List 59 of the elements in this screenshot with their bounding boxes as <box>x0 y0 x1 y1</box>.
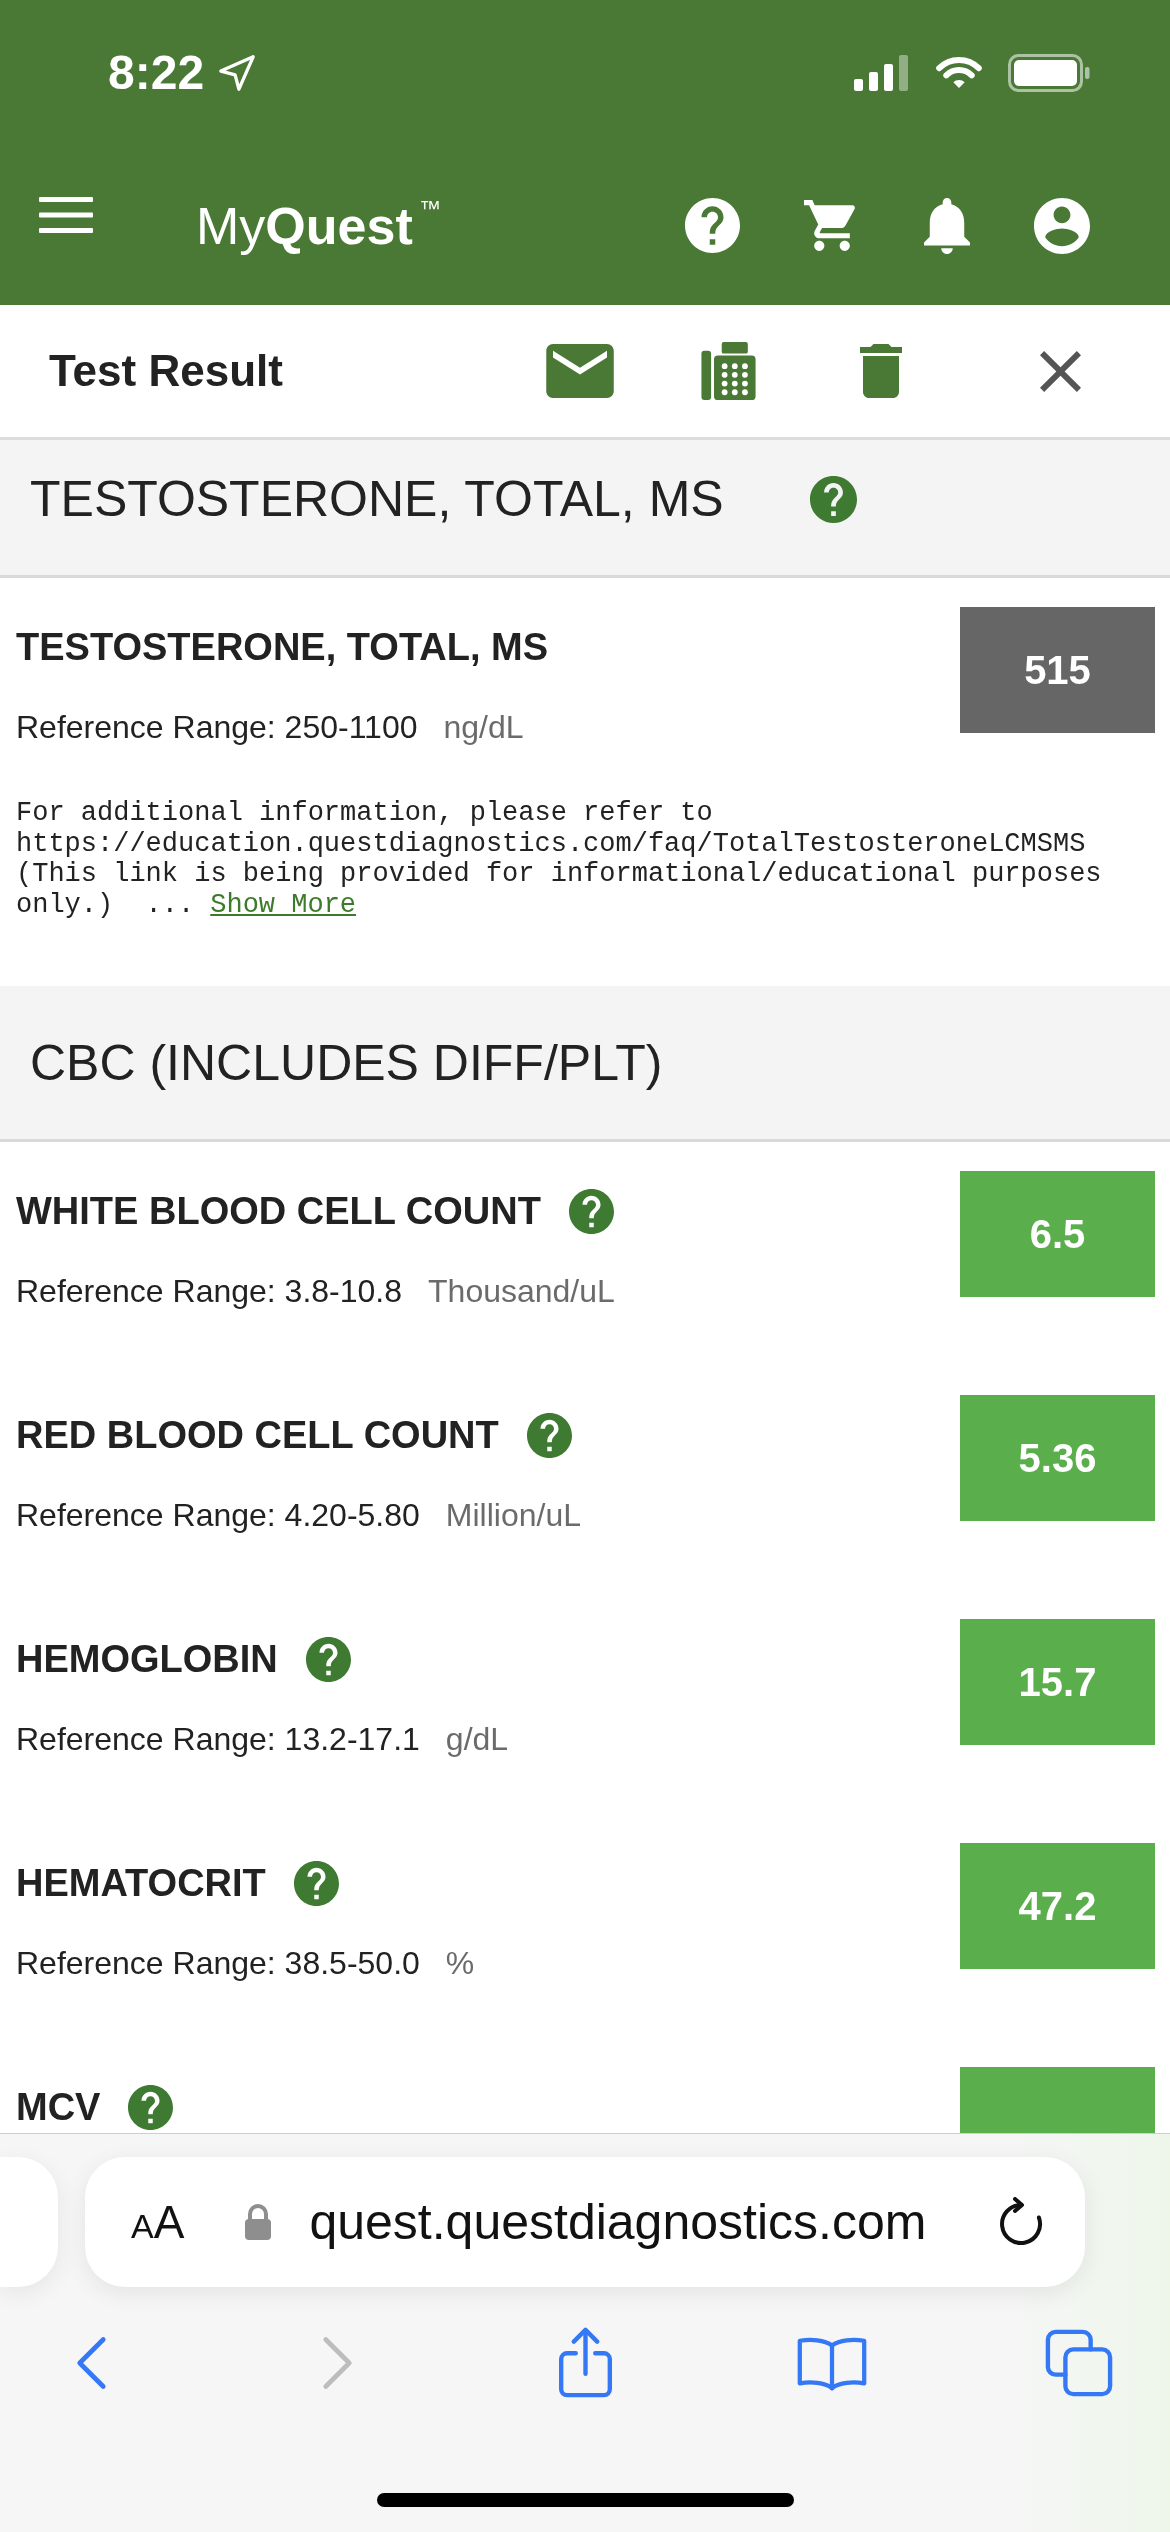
share-icon <box>556 2327 614 2399</box>
show-more-link[interactable]: Show More <box>210 889 357 920</box>
help-icon[interactable] <box>305 1636 351 1682</box>
help-icon[interactable] <box>293 1860 339 1906</box>
test-name: TESTOSTERONE, TOTAL, MS <box>16 625 549 670</box>
chevron-right-icon <box>322 2335 354 2391</box>
section-title: TESTOSTERONE, TOTAL, MS <box>30 470 724 529</box>
result-value: 15.7 <box>960 1619 1155 1745</box>
lock-icon <box>244 2203 273 2241</box>
reference-range: Reference Range: 3.8-10.8 <box>16 1272 403 1311</box>
range-unit: Thousand/uL <box>428 1272 615 1311</box>
test-name: MCV <box>16 2085 101 2130</box>
url-text: quest.questdiagnostics.com <box>309 2193 927 2251</box>
page-title: Test Result <box>49 346 283 396</box>
notifications-button[interactable] <box>924 197 970 254</box>
help-icon[interactable] <box>568 1188 614 1234</box>
range-unit: % <box>445 1944 475 1983</box>
bell-icon <box>924 197 970 254</box>
overlapping-squares-icon <box>1045 2329 1113 2397</box>
battery-icon <box>1008 54 1090 92</box>
help-button[interactable] <box>685 198 740 253</box>
address-bar[interactable]: AA quest.questdiagnostics.com <box>85 2157 1085 2287</box>
section-title: CBC (INCLUDES DIFF/PLT) <box>30 1034 663 1093</box>
account-button[interactable] <box>1034 197 1090 254</box>
result-value: 5.36 <box>960 1395 1155 1521</box>
help-icon <box>685 198 740 253</box>
trash-icon <box>860 344 902 398</box>
range-unit: Million/uL <box>445 1496 581 1535</box>
reference-range: Reference Range: 250-1100 <box>16 708 418 747</box>
reference-range: Reference Range: 4.20-5.80 <box>16 1496 420 1535</box>
result-note: For additional information, please refer to https://education.questdiagnostics.com/faq/TotalTestosteroneLCMSMS (This link is being provided for informational/educational purposes only.) ... Show More <box>16 798 1102 920</box>
menu-icon <box>39 197 93 233</box>
reload-icon <box>999 2197 1045 2247</box>
text-size-button[interactable]: AA <box>129 2197 187 2247</box>
test-name: RED BLOOD CELL COUNT <box>16 1413 499 1458</box>
envelope-icon <box>546 344 614 398</box>
close-icon <box>1039 350 1081 392</box>
open-book-icon <box>796 2335 868 2391</box>
account-icon <box>1034 197 1090 254</box>
help-icon[interactable] <box>809 475 857 523</box>
range-unit: ng/dL <box>443 708 524 747</box>
status-time: 8:22 <box>108 49 205 97</box>
test-name: WHITE BLOOD CELL COUNT <box>16 1189 541 1234</box>
test-name: HEMATOCRIT <box>16 1861 266 1906</box>
signal-icon <box>854 55 910 91</box>
tabs-button[interactable] <box>1043 2327 1115 2399</box>
reference-range: Reference Range: 38.5-50.0 <box>16 1944 420 1983</box>
location-arrow-icon <box>218 54 257 92</box>
fax-icon <box>701 342 756 400</box>
help-icon[interactable] <box>128 2084 174 2130</box>
range-unit: g/dL <box>445 1720 509 1759</box>
result-value: 515 <box>960 607 1155 733</box>
help-icon[interactable] <box>526 1412 572 1458</box>
reload-button[interactable] <box>999 2197 1045 2247</box>
chevron-left-icon <box>75 2335 107 2391</box>
result-value: 6.5 <box>960 1171 1155 1297</box>
result-value: 47.2 <box>960 1843 1155 1969</box>
test-name: HEMOGLOBIN <box>16 1637 278 1682</box>
reference-range: Reference Range: 13.2-17.1 <box>16 1720 420 1759</box>
